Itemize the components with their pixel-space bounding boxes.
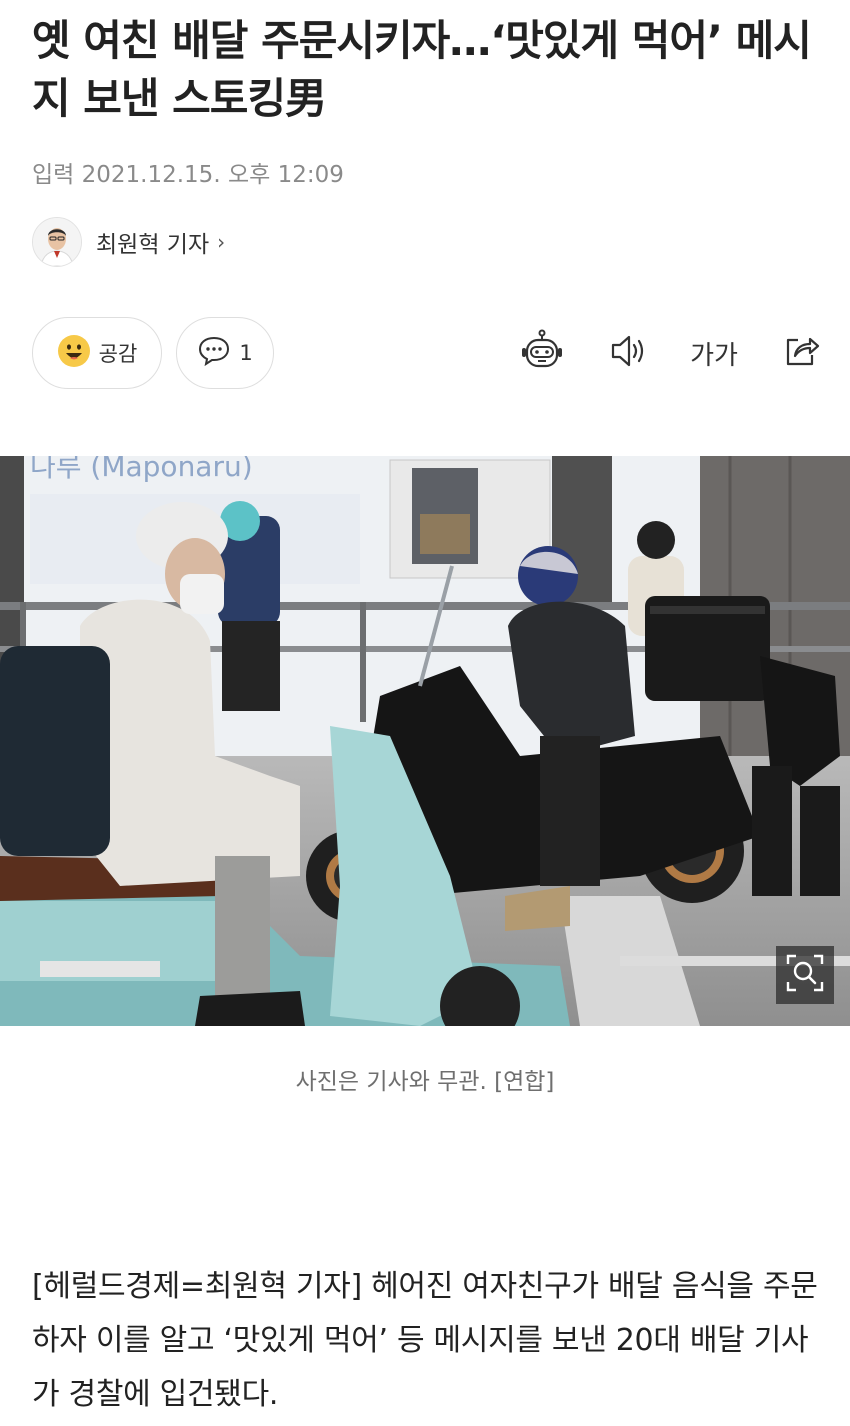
photo-zoom-button[interactable]: [776, 946, 834, 1004]
font-size-button[interactable]: 가가: [688, 328, 740, 378]
font-size-label: 가가: [690, 340, 738, 371]
publish-date: 입력 2021.12.15. 오후 12:09: [32, 162, 344, 188]
comment-count: 1: [239, 341, 253, 365]
speech-bubble-icon: [197, 335, 231, 371]
street-scooter-scene: 나루 (Maponaru): [0, 456, 850, 1026]
share-button[interactable]: [776, 328, 826, 378]
like-label: 공감: [98, 342, 138, 366]
zoom-icon: [786, 954, 824, 996]
reporter-name: 최원혁 기자: [96, 232, 210, 258]
comment-button[interactable]: 1: [176, 317, 274, 389]
share-icon: [780, 330, 822, 376]
speaker-icon: [607, 330, 649, 376]
chevron-right-icon: ›: [217, 230, 226, 254]
like-button[interactable]: 공감: [32, 317, 162, 389]
reporter-byline[interactable]: 최원혁 기자 ›: [32, 216, 225, 268]
article-headline: 옛 여친 배달 주문시키자…‘맛있게 먹어’ 메시지 보낸 스토킹男: [32, 16, 812, 123]
smiley-icon: [57, 334, 91, 372]
article-body: [헤럴드경제=최원혁 기자] 헤어진 여자친구가 배달 음식을 주문하자 이를 …: [32, 1269, 818, 1412]
reporter-avatar: [32, 217, 82, 267]
sign-text: 나루 (Maponaru): [30, 456, 253, 483]
tts-robot-button[interactable]: [517, 328, 567, 378]
audio-button[interactable]: [603, 328, 653, 378]
robot-icon: [519, 328, 565, 378]
photo-caption: 사진은 기사와 무관. [연합]: [295, 1069, 555, 1095]
article-photo[interactable]: 나루 (Maponaru): [0, 456, 850, 1026]
